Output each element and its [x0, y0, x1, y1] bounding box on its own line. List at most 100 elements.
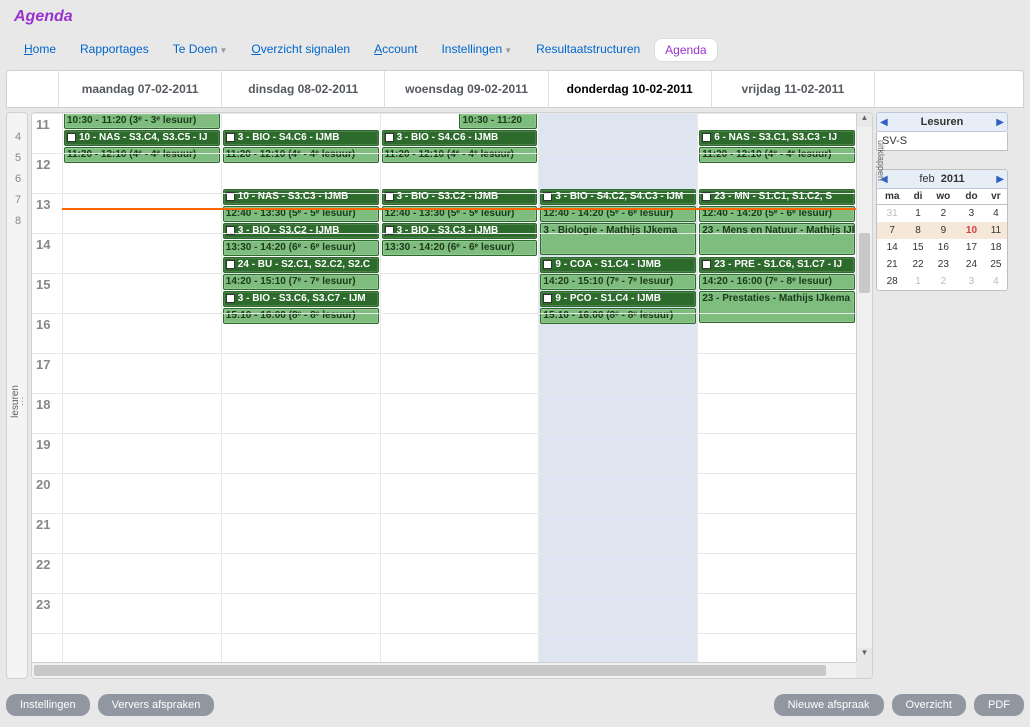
checkbox-icon[interactable]	[226, 133, 235, 142]
vertical-scrollbar[interactable]: ▲ ▼	[856, 113, 872, 662]
day-header[interactable]: woensdag 09-02-2011	[385, 71, 548, 107]
scroll-up-icon[interactable]: ▲	[857, 113, 872, 127]
calendar-event[interactable]: 14:20 - 16:00 (7ᵉ - 8ᵉ lesuur)	[699, 274, 855, 290]
checkbox-icon[interactable]	[702, 133, 711, 142]
uitklappen-label[interactable]: uitklappen	[876, 140, 886, 181]
menu-home[interactable]: Home	[14, 38, 66, 62]
calendar-event[interactable]: 13:30 - 14:20 (6ᵉ - 6ᵉ lesuur)	[223, 240, 379, 256]
calendar-event[interactable]: 14:20 - 15:10 (7ᵉ - 7ᵉ lesuur)	[540, 274, 696, 290]
ververs-button[interactable]: Ververs afspraken	[98, 694, 215, 716]
calendar-event[interactable]: 11:20 - 12:10 (4ᵉ - 4ᵉ lesuur)	[223, 147, 379, 163]
lesuren-nav: ◀ Lesuren ▶	[876, 112, 1008, 132]
instellingen-button[interactable]: Instellingen	[6, 694, 90, 716]
mini-cal-day[interactable]: 21	[877, 256, 907, 273]
calendar-event[interactable]: 9 - PCO - S1.C4 - IJMB	[540, 291, 696, 307]
overzicht-button[interactable]: Overzicht	[892, 694, 966, 716]
mini-cal-day[interactable]: 22	[907, 256, 928, 273]
mini-cal-day[interactable]: 4	[985, 273, 1007, 290]
day-header[interactable]: vrijdag 11-02-2011	[712, 71, 875, 107]
menu-overzicht-signalen[interactable]: Overzicht signalen	[241, 38, 360, 62]
calendar-event[interactable]: 3 - BIO - S4.C2, S4.C3 - IJM	[540, 189, 696, 205]
pdf-button[interactable]: PDF	[974, 694, 1024, 716]
calendar-event[interactable]: 24 - BU - S2.C1, S2.C2, S2.C	[223, 257, 379, 273]
calendar-event[interactable]: 23 - Prestaties - Mathijs IJkema	[699, 291, 855, 323]
menu-account[interactable]: Account	[364, 38, 427, 62]
mini-cal-day[interactable]: 14	[877, 239, 907, 256]
checkbox-icon[interactable]	[702, 260, 711, 269]
day-header[interactable]: maandag 07-02-2011	[59, 71, 222, 107]
scroll-thumb-h[interactable]	[34, 665, 826, 676]
mini-cal-day[interactable]: 1	[907, 205, 928, 223]
checkbox-icon[interactable]	[67, 133, 76, 142]
mini-cal-day[interactable]: 8	[907, 222, 928, 239]
mini-cal-day[interactable]: 18	[985, 239, 1007, 256]
mini-cal-day[interactable]: 11	[985, 222, 1007, 239]
checkbox-icon[interactable]	[385, 133, 394, 142]
menu-resultaatstructuren[interactable]: Resultaatstructuren	[526, 38, 650, 62]
menu-agenda[interactable]: Agenda	[654, 38, 717, 62]
svs-label[interactable]: SV-S	[876, 132, 1008, 151]
day-header[interactable]: dinsdag 08-02-2011	[222, 71, 385, 107]
calendar-event[interactable]: 3 - BIO - S3.C2 - IJMB	[223, 223, 379, 239]
calendar-event[interactable]: 23 - MN - S1.C1, S1.C2, S	[699, 189, 855, 205]
calendar-event[interactable]: 10 - NAS - S3.C4, S3.C5 - IJ	[64, 130, 220, 146]
calendar-event[interactable]: 14:20 - 15:10 (7ᵉ - 7ᵉ lesuur)	[223, 274, 379, 290]
calendar-event[interactable]: 9 - COA - S1.C4 - IJMB	[540, 257, 696, 273]
mini-cal-day[interactable]: 28	[877, 273, 907, 290]
mini-cal-day[interactable]: 2	[929, 205, 958, 223]
mini-cal-day[interactable]: 23	[929, 256, 958, 273]
calendar-event[interactable]: 13:30 - 14:20 (6ᵉ - 6ᵉ lesuur)	[382, 240, 538, 256]
mini-cal-day[interactable]: 15	[907, 239, 928, 256]
day-column[interactable]: 10:30 - 11:203 - BIO - S4.C6 - IJMB11:20…	[380, 113, 539, 662]
prev-icon[interactable]: ◀	[880, 117, 888, 128]
calendar-event[interactable]: 10:30 - 11:20	[459, 113, 537, 129]
calendar-event[interactable]: 10 - NAS - S3.C3 - IJMB	[223, 189, 379, 205]
day-column[interactable]: 6 - NAS - S3.C1, S3.C3 - IJ11:20 - 12:10…	[697, 113, 856, 662]
scroll-down-icon[interactable]: ▼	[857, 648, 872, 662]
calendar-event[interactable]: 3 - BIO - S4.C6 - IJMB	[382, 130, 538, 146]
mini-cal-day[interactable]: 25	[985, 256, 1007, 273]
scroll-thumb[interactable]	[859, 233, 870, 293]
mini-cal-day[interactable]: 16	[929, 239, 958, 256]
hour-label: 21	[36, 517, 50, 532]
next-month-icon[interactable]: ▶	[996, 174, 1004, 185]
day-column[interactable]: 3 - BIO - S4.C6 - IJMB11:20 - 12:10 (4ᵉ …	[221, 113, 380, 662]
day-column[interactable]: 3 - BIO - S4.C2, S4.C3 - IJM12:40 - 14:2…	[538, 113, 697, 662]
calendar-event[interactable]: 3 - BIO - S3.C6, S3.C7 - IJM	[223, 291, 379, 307]
calendar-event[interactable]: 23 - PRE - S1.C6, S1.C7 - IJ	[699, 257, 855, 273]
calendar-event[interactable]: 15:10 - 16:00 (8ᵉ - 8ᵉ lesuur)	[223, 308, 379, 324]
calendar-event[interactable]: 23 - Mens en Natuur - Mathijs IJkema	[699, 223, 855, 255]
mini-cal-day[interactable]: 24	[958, 256, 985, 273]
next-icon[interactable]: ▶	[996, 117, 1004, 128]
menu-instellingen[interactable]: Instellingen▼	[431, 38, 522, 62]
checkbox-icon[interactable]	[543, 260, 552, 269]
mini-cal-day[interactable]: 1	[907, 273, 928, 290]
day-column[interactable]: 10:30 - 11:20 (3ᵉ - 3ᵉ lesuur)10 - NAS -…	[62, 113, 221, 662]
mini-cal-day[interactable]: 2	[929, 273, 958, 290]
calendar-event[interactable]: 3 - Biologie - Mathijs IJkema	[540, 223, 696, 255]
nieuwe-afspraak-button[interactable]: Nieuwe afspraak	[774, 694, 884, 716]
lesuren-strip[interactable]: 45678 ⋮⋮ lesuren	[6, 112, 28, 679]
calendar-event[interactable]: 11:20 - 12:10 (4ᵉ - 4ᵉ lesuur)	[699, 147, 855, 163]
mini-cal-day[interactable]: 3	[958, 205, 985, 223]
mini-cal-day[interactable]: 3	[958, 273, 985, 290]
checkbox-icon[interactable]	[543, 294, 552, 303]
calendar-event[interactable]: 10:30 - 11:20 (3ᵉ - 3ᵉ lesuur)	[64, 113, 220, 129]
calendar-event[interactable]: 15:10 - 16:00 (8ᵉ - 8ᵉ lesuur)	[540, 308, 696, 324]
mini-cal-day[interactable]: 9	[929, 222, 958, 239]
horizontal-scrollbar[interactable]	[32, 662, 856, 678]
mini-cal-day[interactable]: 10	[958, 222, 985, 239]
menu-rapportages[interactable]: Rapportages	[70, 38, 159, 62]
checkbox-icon[interactable]	[226, 260, 235, 269]
day-header[interactable]: donderdag 10-02-2011	[549, 71, 712, 107]
calendar-event[interactable]: 11:20 - 12:10 (4ᵉ - 4ᵉ lesuur)	[64, 147, 220, 163]
menu-te-doen[interactable]: Te Doen▼	[163, 38, 238, 62]
checkbox-icon[interactable]	[226, 294, 235, 303]
mini-cal-day[interactable]: 17	[958, 239, 985, 256]
calendar-event[interactable]: 3 - BIO - S3.C3 - IJMB	[382, 223, 538, 239]
calendar-event[interactable]: 3 - BIO - S3.C2 - IJMB	[382, 189, 538, 205]
calendar-event[interactable]: 11:20 - 12:10 (4ᵉ - 4ᵉ lesuur)	[382, 147, 538, 163]
calendar-event[interactable]: 3 - BIO - S4.C6 - IJMB	[223, 130, 379, 146]
mini-cal-day[interactable]: 4	[985, 205, 1007, 223]
calendar-event[interactable]: 6 - NAS - S3.C1, S3.C3 - IJ	[699, 130, 855, 146]
